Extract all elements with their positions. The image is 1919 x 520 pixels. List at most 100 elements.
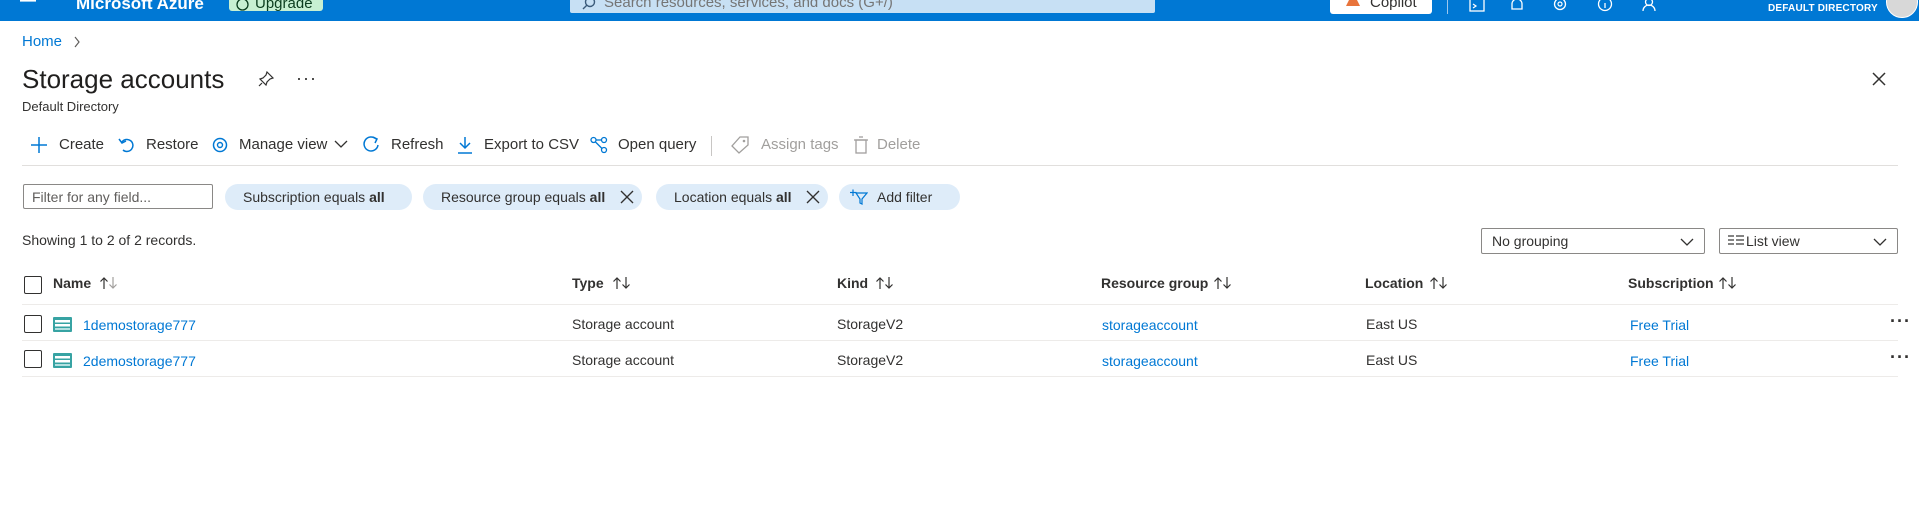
column-header-name[interactable]: Name bbox=[53, 275, 133, 299]
column-header-kind[interactable]: Kind bbox=[837, 275, 917, 299]
row-checkbox[interactable] bbox=[24, 315, 42, 333]
avatar[interactable] bbox=[1886, 0, 1918, 18]
subscription-filter-value: all bbox=[369, 189, 385, 205]
copilot-label: Copilot bbox=[1370, 0, 1417, 11]
restore-label: Restore bbox=[146, 136, 199, 153]
create-label: Create bbox=[59, 136, 105, 153]
export-csv-label: Export to CSV bbox=[484, 136, 580, 153]
subscription-link[interactable]: Free Trial bbox=[1630, 317, 1689, 333]
resource-group-link[interactable]: storageaccount bbox=[1102, 353, 1198, 369]
list-view-icon bbox=[1728, 235, 1744, 247]
sort-icon bbox=[1213, 276, 1233, 290]
add-filter-label: Add filter bbox=[877, 189, 933, 205]
storage-account-icon bbox=[53, 317, 72, 332]
row-divider bbox=[22, 340, 1898, 341]
subscription-filter-text: Subscription equals all bbox=[243, 184, 385, 210]
help-icon[interactable] bbox=[1596, 0, 1614, 14]
row-divider bbox=[22, 376, 1898, 377]
column-header-subscription[interactable]: Subscription bbox=[1628, 275, 1748, 299]
column-header-label: Kind bbox=[837, 275, 869, 291]
resource-group-filter-text: Resource group equals all bbox=[441, 184, 605, 210]
cell-location: East US bbox=[1366, 352, 1418, 368]
filter-input[interactable] bbox=[23, 184, 213, 209]
pin-icon[interactable] bbox=[258, 71, 274, 87]
cloud-shell-icon[interactable] bbox=[1468, 0, 1486, 14]
settings-icon[interactable] bbox=[1551, 0, 1569, 14]
location-filter-prefix: Location equals bbox=[674, 189, 776, 205]
header-divider bbox=[22, 304, 1898, 305]
export-csv-button[interactable]: Export to CSV bbox=[456, 133, 586, 157]
assign-tags-button[interactable]: Assign tags bbox=[731, 133, 841, 157]
assign-tags-label: Assign tags bbox=[761, 136, 839, 153]
restore-button[interactable]: Restore bbox=[118, 133, 216, 157]
resource-group-filter-value: all bbox=[589, 189, 606, 205]
create-button[interactable]: Create bbox=[30, 133, 125, 157]
directory-label[interactable]: DEFAULT DIRECTORY bbox=[1768, 3, 1878, 14]
select-all-checkbox[interactable] bbox=[24, 276, 42, 294]
more-options-icon[interactable]: ··· bbox=[296, 68, 317, 89]
column-header-label: Location bbox=[1365, 275, 1424, 291]
chevron-right-icon bbox=[73, 36, 81, 48]
refresh-icon bbox=[363, 136, 381, 154]
column-header-type[interactable]: Type bbox=[572, 275, 652, 299]
manage-view-button[interactable]: Manage view bbox=[211, 133, 361, 157]
remove-filter-icon[interactable] bbox=[620, 190, 634, 204]
grouping-value: No grouping bbox=[1492, 233, 1569, 249]
add-filter-button[interactable]: Add filter bbox=[839, 184, 960, 210]
sort-ascending-icon bbox=[99, 276, 119, 290]
sort-icon bbox=[1429, 276, 1449, 290]
column-header-location[interactable]: Location bbox=[1365, 275, 1455, 299]
column-header-resource-group[interactable]: Resource group bbox=[1101, 275, 1241, 299]
grouping-dropdown[interactable]: No grouping bbox=[1481, 228, 1705, 254]
upgrade-button[interactable]: Upgrade bbox=[229, 0, 323, 12]
manage-view-label: Manage view bbox=[239, 136, 328, 153]
subscription-filter-pill[interactable]: Subscription equals all bbox=[225, 184, 412, 210]
location-filter-text: Location equals all bbox=[674, 184, 792, 210]
upgrade-icon bbox=[236, 0, 249, 11]
subscription-link[interactable]: Free Trial bbox=[1630, 353, 1689, 369]
open-query-button[interactable]: Open query bbox=[590, 133, 705, 157]
column-header-label: Resource group bbox=[1101, 275, 1209, 291]
chevron-down-icon bbox=[334, 139, 348, 149]
row-more-options-icon[interactable]: ··· bbox=[1890, 347, 1911, 368]
resource-group-filter-pill[interactable]: Resource group equals all bbox=[423, 184, 642, 210]
location-filter-value: all bbox=[775, 189, 792, 205]
global-search[interactable] bbox=[570, 0, 1155, 13]
cell-type: Storage account bbox=[572, 316, 674, 332]
cell-type: Storage account bbox=[572, 352, 674, 368]
close-icon[interactable] bbox=[1871, 71, 1887, 87]
view-mode-dropdown[interactable]: List view bbox=[1719, 228, 1898, 254]
search-input[interactable] bbox=[604, 0, 1124, 13]
breadcrumb-home[interactable]: Home bbox=[22, 33, 62, 50]
records-count: Showing 1 to 2 of 2 records. bbox=[22, 232, 197, 248]
remove-filter-icon[interactable] bbox=[806, 190, 820, 204]
page-title: Storage accounts bbox=[22, 64, 225, 94]
chevron-down-icon bbox=[1873, 237, 1887, 247]
page-subtitle: Default Directory bbox=[22, 99, 119, 114]
delete-icon bbox=[852, 136, 870, 154]
copilot-button[interactable]: Copilot bbox=[1330, 0, 1432, 14]
sort-icon bbox=[875, 276, 895, 290]
tag-icon bbox=[731, 136, 749, 154]
delete-button[interactable]: Delete bbox=[852, 133, 932, 157]
resource-group-filter-prefix: Resource group equals bbox=[441, 189, 590, 205]
refresh-button[interactable]: Refresh bbox=[363, 133, 463, 157]
column-header-label: Type bbox=[572, 275, 604, 291]
storage-account-icon bbox=[53, 353, 72, 368]
cell-location: East US bbox=[1366, 316, 1418, 332]
query-icon bbox=[590, 136, 608, 154]
subscription-filter-prefix: Subscription equals bbox=[243, 189, 370, 205]
brand-name[interactable]: Microsoft Azure bbox=[76, 0, 204, 14]
row-more-options-icon[interactable]: ··· bbox=[1890, 311, 1911, 332]
location-filter-pill[interactable]: Location equals all bbox=[656, 184, 828, 210]
hamburger-icon[interactable] bbox=[20, 0, 36, 8]
resource-group-link[interactable]: storageaccount bbox=[1102, 317, 1198, 333]
open-query-label: Open query bbox=[618, 136, 697, 153]
search-icon bbox=[582, 0, 596, 10]
notifications-icon[interactable] bbox=[1508, 0, 1526, 14]
chevron-down-icon bbox=[1680, 237, 1694, 247]
row-checkbox[interactable] bbox=[24, 350, 42, 368]
feedback-icon[interactable] bbox=[1640, 0, 1658, 14]
storage-account-name-link[interactable]: 1demostorage777 bbox=[83, 317, 196, 333]
storage-account-name-link[interactable]: 2demostorage777 bbox=[83, 353, 196, 369]
